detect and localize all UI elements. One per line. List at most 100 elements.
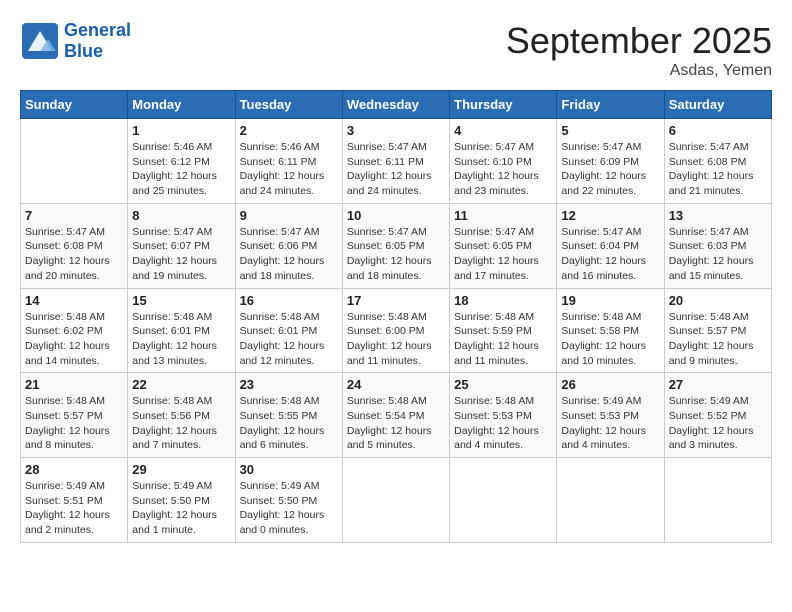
- calendar-cell: 7 Sunrise: 5:47 AM Sunset: 6:08 PM Daylig…: [21, 203, 128, 288]
- calendar-cell: 2Sunrise: 5:46 AM Sunset: 6:11 PM Daylig…: [235, 119, 342, 204]
- day-number: 24: [347, 377, 445, 392]
- month-title: September 2025: [506, 20, 772, 62]
- day-info: Sunrise: 5:47 AM Sunset: 6:08 PM Dayligh…: [25, 225, 123, 284]
- calendar-cell: [557, 458, 664, 543]
- day-number: 25: [454, 377, 552, 392]
- calendar-week-row: 14 Sunrise: 5:48 AM Sunset: 6:02 PM Dayli…: [21, 288, 772, 373]
- calendar-cell: 26 Sunrise: 5:49 AM Sunset: 5:53 PM Dayli…: [557, 373, 664, 458]
- calendar-cell: 25 Sunrise: 5:48 AM Sunset: 5:53 PM Dayli…: [450, 373, 557, 458]
- calendar-cell: [450, 458, 557, 543]
- day-info: Sunrise: 5:46 AM Sunset: 6:12 PM Dayligh…: [132, 140, 230, 199]
- calendar-cell: 3 Sunrise: 5:47 AM Sunset: 6:11 PM Daylig…: [342, 119, 449, 204]
- calendar-cell: 9Sunrise: 5:47 AM Sunset: 6:06 PM Daylig…: [235, 203, 342, 288]
- day-info: Sunrise: 5:47 AM Sunset: 6:06 PM Dayligh…: [240, 225, 338, 284]
- day-number: 10: [347, 208, 445, 223]
- day-info: Sunrise: 5:49 AM Sunset: 5:51 PM Dayligh…: [25, 479, 123, 538]
- weekday-header: Friday: [557, 91, 664, 119]
- calendar-cell: 15 Sunrise: 5:48 AM Sunset: 6:01 PM Dayli…: [128, 288, 235, 373]
- calendar-cell: 1 Sunrise: 5:46 AM Sunset: 6:12 PM Daylig…: [128, 119, 235, 204]
- day-info: Sunrise: 5:48 AM Sunset: 5:59 PM Dayligh…: [454, 310, 552, 369]
- day-number: 30: [240, 462, 338, 477]
- calendar-cell: 16 Sunrise: 5:48 AM Sunset: 6:01 PM Dayli…: [235, 288, 342, 373]
- calendar-week-row: 21 Sunrise: 5:48 AM Sunset: 5:57 PM Dayli…: [21, 373, 772, 458]
- calendar-cell: [664, 458, 771, 543]
- weekday-header: Saturday: [664, 91, 771, 119]
- calendar-cell: 29Sunrise: 5:49 AM Sunset: 5:50 PM Dayli…: [128, 458, 235, 543]
- calendar-cell: 19 Sunrise: 5:48 AM Sunset: 5:58 PM Dayli…: [557, 288, 664, 373]
- calendar-cell: 11Sunrise: 5:47 AM Sunset: 6:05 PM Dayli…: [450, 203, 557, 288]
- day-info: Sunrise: 5:48 AM Sunset: 6:02 PM Dayligh…: [25, 310, 123, 369]
- day-info: Sunrise: 5:47 AM Sunset: 6:08 PM Dayligh…: [669, 140, 767, 199]
- calendar-header-row: SundayMondayTuesdayWednesdayThursdayFrid…: [21, 91, 772, 119]
- calendar-cell: 13 Sunrise: 5:47 AM Sunset: 6:03 PM Dayli…: [664, 203, 771, 288]
- calendar-table: SundayMondayTuesdayWednesdayThursdayFrid…: [20, 90, 772, 543]
- page-header: GeneralBlue September 2025 Asdas, Yemen: [20, 20, 772, 80]
- day-number: 23: [240, 377, 338, 392]
- day-info: Sunrise: 5:48 AM Sunset: 5:54 PM Dayligh…: [347, 394, 445, 453]
- calendar-cell: 17 Sunrise: 5:48 AM Sunset: 6:00 PM Dayli…: [342, 288, 449, 373]
- day-info: Sunrise: 5:48 AM Sunset: 5:56 PM Dayligh…: [132, 394, 230, 453]
- day-number: 13: [669, 208, 767, 223]
- day-number: 20: [669, 293, 767, 308]
- day-number: 15: [132, 293, 230, 308]
- title-block: September 2025 Asdas, Yemen: [506, 20, 772, 80]
- calendar-cell: 23 Sunrise: 5:48 AM Sunset: 5:55 PM Dayli…: [235, 373, 342, 458]
- day-info: Sunrise: 5:47 AM Sunset: 6:03 PM Dayligh…: [669, 225, 767, 284]
- day-number: 1: [132, 123, 230, 138]
- day-number: 12: [561, 208, 659, 223]
- calendar-cell: 12 Sunrise: 5:47 AM Sunset: 6:04 PM Dayli…: [557, 203, 664, 288]
- calendar-cell: [342, 458, 449, 543]
- day-info: Sunrise: 5:48 AM Sunset: 5:53 PM Dayligh…: [454, 394, 552, 453]
- calendar-cell: 30 Sunrise: 5:49 AM Sunset: 5:50 PM Dayli…: [235, 458, 342, 543]
- calendar-cell: [21, 119, 128, 204]
- day-info: Sunrise: 5:47 AM Sunset: 6:05 PM Dayligh…: [347, 225, 445, 284]
- day-info: Sunrise: 5:48 AM Sunset: 5:57 PM Dayligh…: [669, 310, 767, 369]
- day-number: 18: [454, 293, 552, 308]
- calendar-week-row: 7 Sunrise: 5:47 AM Sunset: 6:08 PM Daylig…: [21, 203, 772, 288]
- day-number: 26: [561, 377, 659, 392]
- logo-text: GeneralBlue: [64, 20, 131, 61]
- day-info: Sunrise: 5:49 AM Sunset: 5:53 PM Dayligh…: [561, 394, 659, 453]
- calendar-week-row: 1 Sunrise: 5:46 AM Sunset: 6:12 PM Daylig…: [21, 119, 772, 204]
- location: Asdas, Yemen: [506, 62, 772, 80]
- day-info: Sunrise: 5:48 AM Sunset: 5:58 PM Dayligh…: [561, 310, 659, 369]
- day-number: 19: [561, 293, 659, 308]
- calendar-cell: 22Sunrise: 5:48 AM Sunset: 5:56 PM Dayli…: [128, 373, 235, 458]
- logo-icon: [20, 21, 60, 61]
- day-info: Sunrise: 5:47 AM Sunset: 6:04 PM Dayligh…: [561, 225, 659, 284]
- day-number: 27: [669, 377, 767, 392]
- calendar-body: 1 Sunrise: 5:46 AM Sunset: 6:12 PM Daylig…: [21, 119, 772, 543]
- day-number: 21: [25, 377, 123, 392]
- day-number: 17: [347, 293, 445, 308]
- weekday-header: Sunday: [21, 91, 128, 119]
- day-number: 16: [240, 293, 338, 308]
- day-number: 4: [454, 123, 552, 138]
- calendar-cell: 5Sunrise: 5:47 AM Sunset: 6:09 PM Daylig…: [557, 119, 664, 204]
- day-info: Sunrise: 5:47 AM Sunset: 6:07 PM Dayligh…: [132, 225, 230, 284]
- day-info: Sunrise: 5:48 AM Sunset: 6:01 PM Dayligh…: [132, 310, 230, 369]
- calendar-cell: 8 Sunrise: 5:47 AM Sunset: 6:07 PM Daylig…: [128, 203, 235, 288]
- day-number: 29: [132, 462, 230, 477]
- day-info: Sunrise: 5:47 AM Sunset: 6:05 PM Dayligh…: [454, 225, 552, 284]
- day-number: 14: [25, 293, 123, 308]
- weekday-header: Tuesday: [235, 91, 342, 119]
- calendar-cell: 4Sunrise: 5:47 AM Sunset: 6:10 PM Daylig…: [450, 119, 557, 204]
- day-info: Sunrise: 5:48 AM Sunset: 6:01 PM Dayligh…: [240, 310, 338, 369]
- calendar-week-row: 28Sunrise: 5:49 AM Sunset: 5:51 PM Dayli…: [21, 458, 772, 543]
- calendar-cell: 14 Sunrise: 5:48 AM Sunset: 6:02 PM Dayli…: [21, 288, 128, 373]
- day-info: Sunrise: 5:48 AM Sunset: 5:57 PM Dayligh…: [25, 394, 123, 453]
- calendar-cell: 18 Sunrise: 5:48 AM Sunset: 5:59 PM Dayli…: [450, 288, 557, 373]
- day-info: Sunrise: 5:48 AM Sunset: 5:55 PM Dayligh…: [240, 394, 338, 453]
- day-info: Sunrise: 5:49 AM Sunset: 5:50 PM Dayligh…: [240, 479, 338, 538]
- day-number: 8: [132, 208, 230, 223]
- day-info: Sunrise: 5:46 AM Sunset: 6:11 PM Dayligh…: [240, 140, 338, 199]
- day-number: 7: [25, 208, 123, 223]
- day-info: Sunrise: 5:48 AM Sunset: 6:00 PM Dayligh…: [347, 310, 445, 369]
- day-info: Sunrise: 5:47 AM Sunset: 6:11 PM Dayligh…: [347, 140, 445, 199]
- day-number: 3: [347, 123, 445, 138]
- calendar-cell: 6Sunrise: 5:47 AM Sunset: 6:08 PM Daylig…: [664, 119, 771, 204]
- weekday-header: Thursday: [450, 91, 557, 119]
- calendar-cell: 27 Sunrise: 5:49 AM Sunset: 5:52 PM Dayli…: [664, 373, 771, 458]
- day-info: Sunrise: 5:49 AM Sunset: 5:52 PM Dayligh…: [669, 394, 767, 453]
- calendar-cell: 28Sunrise: 5:49 AM Sunset: 5:51 PM Dayli…: [21, 458, 128, 543]
